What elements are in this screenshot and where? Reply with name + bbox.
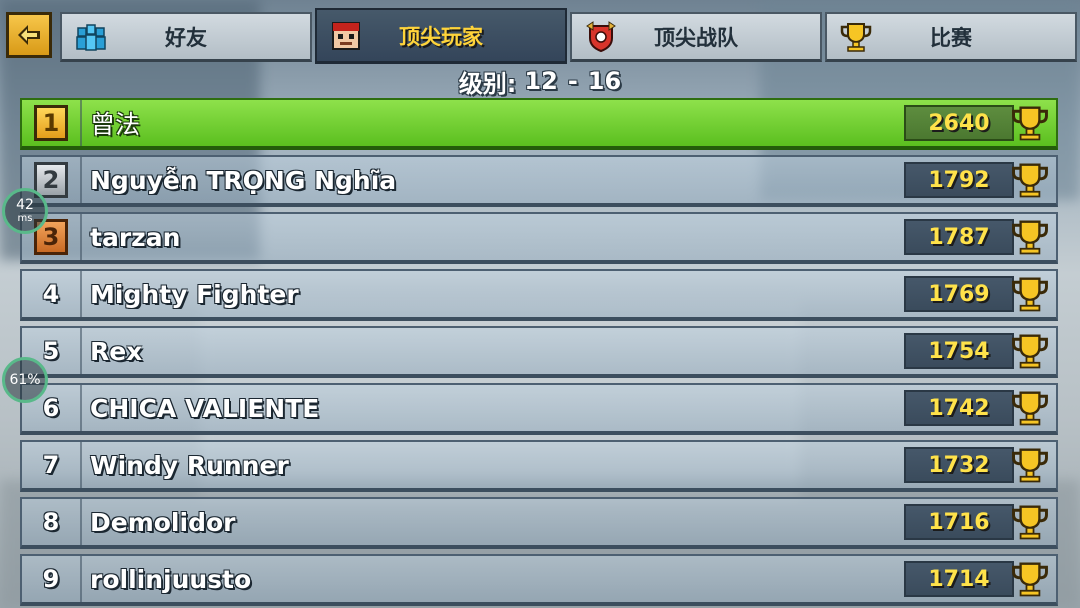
trophy-icon bbox=[1012, 505, 1048, 540]
trophy-icon bbox=[1012, 220, 1048, 255]
player-name: Nguyễn TRỌNG Nghĩa bbox=[90, 165, 397, 195]
clan-shield-icon bbox=[586, 20, 616, 52]
player-name: CHICA VALIENTE bbox=[90, 393, 320, 423]
leaderboard-row[interactable]: 7 Windy Runner 1732 bbox=[20, 440, 1058, 492]
score-cell: 1742 bbox=[902, 385, 1056, 431]
score-value: 1769 bbox=[928, 281, 990, 307]
leaderboard-row[interactable]: 6 CHICA VALIENTE 1742 bbox=[20, 383, 1058, 435]
trophy-icon bbox=[1012, 448, 1048, 483]
player-name: 曾法 bbox=[90, 110, 141, 139]
rank-medal: 1 bbox=[34, 105, 68, 141]
score-cell: 1732 bbox=[902, 442, 1056, 488]
score-cell: 1769 bbox=[902, 271, 1056, 317]
score-box: 2640 bbox=[904, 105, 1014, 141]
leaderboard-row[interactable]: 4 Mighty Fighter 1769 bbox=[20, 269, 1058, 321]
score-value: 1716 bbox=[928, 509, 990, 535]
rank-cell: 4 bbox=[22, 271, 82, 317]
trophy-icon bbox=[1012, 562, 1048, 597]
friends-icon bbox=[76, 23, 106, 51]
score-value: 1787 bbox=[928, 224, 990, 250]
rank-cell: 1 bbox=[22, 100, 82, 146]
score-value: 1714 bbox=[928, 566, 990, 592]
rank-number: 7 bbox=[42, 451, 60, 479]
player-face-icon bbox=[332, 21, 360, 50]
score-value: 1732 bbox=[928, 452, 990, 478]
leaderboard-screen: 好友 顶尖玩家 顶尖战队 比赛 级别: 12 - 16 1 曾法 2640 2 … bbox=[0, 0, 1080, 608]
leaderboard-row[interactable]: 5 Rex 1754 bbox=[20, 326, 1058, 378]
score-cell: 1716 bbox=[902, 499, 1056, 545]
level-range: 级别: 12 - 16 bbox=[0, 64, 1080, 98]
level-max: 16 bbox=[587, 67, 622, 95]
trophy-icon bbox=[1012, 334, 1048, 369]
rank-number: 8 bbox=[42, 508, 60, 536]
leaderboard-row[interactable]: 8 Demolidor 1716 bbox=[20, 497, 1058, 549]
back-button[interactable] bbox=[6, 12, 52, 58]
leaderboard-row[interactable]: 1 曾法 2640 bbox=[20, 98, 1058, 150]
back-arrow-icon bbox=[18, 25, 40, 45]
score-value: 1742 bbox=[928, 395, 990, 421]
trophy-icon bbox=[840, 22, 872, 52]
tab-top-clans[interactable]: 顶尖战队 bbox=[570, 12, 822, 62]
tab-label: 好友 bbox=[165, 25, 207, 50]
player-name: Windy Runner bbox=[90, 450, 289, 480]
score-box: 1769 bbox=[904, 276, 1014, 312]
level-separator: - bbox=[567, 67, 578, 95]
tab-friends[interactable]: 好友 bbox=[60, 12, 312, 62]
level-label: 级别: bbox=[458, 69, 517, 98]
score-box: 1742 bbox=[904, 390, 1014, 426]
rank-number: 2 bbox=[42, 166, 60, 194]
rank-number: 5 bbox=[42, 337, 60, 365]
leaderboard-row[interactable]: 3 tarzan 1787 bbox=[20, 212, 1058, 264]
rank-number: 4 bbox=[42, 280, 60, 308]
score-cell: 1714 bbox=[902, 556, 1056, 602]
trophy-icon bbox=[1012, 277, 1048, 312]
rank-number: 9 bbox=[42, 565, 60, 593]
ping-indicator: 42 ms bbox=[2, 188, 48, 234]
score-box: 1787 bbox=[904, 219, 1014, 255]
tab-bar: 好友 顶尖玩家 顶尖战队 比赛 bbox=[60, 8, 1080, 64]
score-box: 1716 bbox=[904, 504, 1014, 540]
score-box: 1732 bbox=[904, 447, 1014, 483]
score-cell: 1754 bbox=[902, 328, 1056, 374]
score-value: 2640 bbox=[928, 110, 990, 136]
player-name: rollinjuusto bbox=[90, 564, 252, 594]
battery-indicator: 61% bbox=[2, 357, 48, 403]
trophy-icon bbox=[1012, 106, 1048, 141]
score-box: 1714 bbox=[904, 561, 1014, 597]
level-min: 12 bbox=[524, 67, 558, 95]
player-name: Demolidor bbox=[90, 507, 236, 537]
tab-label: 比赛 bbox=[930, 25, 972, 50]
rank-cell: 7 bbox=[22, 442, 82, 488]
score-cell: 1792 bbox=[902, 157, 1056, 203]
tab-top-players[interactable]: 顶尖玩家 bbox=[315, 8, 567, 64]
score-value: 1792 bbox=[928, 167, 990, 193]
tab-tournaments[interactable]: 比赛 bbox=[825, 12, 1077, 62]
score-box: 1792 bbox=[904, 162, 1014, 198]
leaderboard-row[interactable]: 2 Nguyễn TRỌNG Nghĩa 1792 bbox=[20, 155, 1058, 207]
tab-label: 顶尖玩家 bbox=[399, 24, 483, 49]
trophy-icon bbox=[1012, 163, 1048, 198]
rank-number: 3 bbox=[42, 223, 60, 251]
player-name: Mighty Fighter bbox=[90, 279, 299, 309]
player-name: Rex bbox=[90, 336, 143, 366]
ping-value: 42 bbox=[16, 197, 34, 213]
rank-number: 6 bbox=[42, 394, 60, 422]
rank-cell: 9 bbox=[22, 556, 82, 602]
score-cell: 1787 bbox=[902, 214, 1056, 260]
trophy-icon bbox=[1012, 391, 1048, 426]
rank-cell: 8 bbox=[22, 499, 82, 545]
score-box: 1754 bbox=[904, 333, 1014, 369]
rank-number: 1 bbox=[42, 109, 60, 137]
leaderboard-row[interactable]: 9 rollinjuusto 1714 bbox=[20, 554, 1058, 606]
battery-value: 61% bbox=[9, 372, 41, 388]
ping-unit: ms bbox=[17, 213, 33, 224]
tab-label: 顶尖战队 bbox=[654, 25, 738, 50]
score-cell: 2640 bbox=[902, 100, 1056, 146]
player-name: tarzan bbox=[90, 222, 181, 252]
score-value: 1754 bbox=[928, 338, 990, 364]
